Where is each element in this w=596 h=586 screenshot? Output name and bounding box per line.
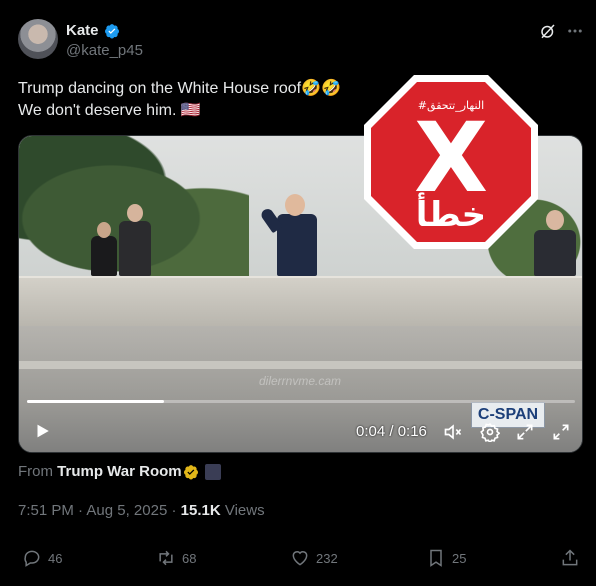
person-head xyxy=(127,204,143,222)
tweet-time[interactable]: 7:51 PM xyxy=(18,502,74,519)
author-name[interactable]: Kate xyxy=(66,22,99,39)
bookmark-count: 25 xyxy=(452,550,467,566)
more-icon[interactable] xyxy=(566,22,584,40)
tweet-meta: 7:51 PM · Aug 5, 2025 · 15.1K Views xyxy=(18,502,265,519)
tweet-date[interactable]: Aug 5, 2025 xyxy=(86,502,167,519)
tweet: Kate @kate_p45 Trump dancing on the Whit… xyxy=(0,0,596,586)
tweet-text-line-2: We don't deserve him. 🇺🇸 xyxy=(18,102,201,119)
video-frame-parapet xyxy=(19,276,582,326)
reply-count: 46 xyxy=(48,550,63,566)
tweet-text: Trump dancing on the White House roof🤣🤣 … xyxy=(18,78,358,122)
person-head xyxy=(97,222,111,238)
action-bar: 46 68 232 25 xyxy=(0,548,596,576)
reply-button[interactable]: 46 xyxy=(22,548,62,568)
person-figure xyxy=(534,230,576,276)
like-count: 232 xyxy=(316,550,338,566)
person-figure xyxy=(119,221,151,276)
mute-icon[interactable] xyxy=(443,422,463,442)
fullscreen-icon[interactable] xyxy=(551,422,571,442)
author-handle[interactable]: @kate_p45 xyxy=(66,42,143,59)
source-prefix: From xyxy=(18,463,53,480)
person-figure xyxy=(277,214,317,276)
source-account[interactable]: Trump War Room xyxy=(57,463,181,480)
source-attribution: From Trump War Room xyxy=(18,463,182,480)
pip-icon[interactable] xyxy=(515,422,535,442)
repost-button[interactable]: 68 xyxy=(156,548,196,568)
repost-count: 68 xyxy=(182,550,197,566)
views-count: 15.1K xyxy=(180,502,221,519)
fact-check-verdict: خطأ xyxy=(416,192,486,235)
video-time: 0:04 / 0:16 xyxy=(356,423,427,440)
person-head xyxy=(285,194,305,216)
bookmark-button[interactable]: 25 xyxy=(426,548,466,568)
share-button[interactable] xyxy=(560,548,580,568)
play-icon[interactable] xyxy=(33,422,51,440)
share-icon xyxy=(562,549,578,566)
meta-separator: · xyxy=(78,502,84,519)
person-head xyxy=(546,210,564,230)
tweet-text-line-1: Trump dancing on the White House roof🤣🤣 xyxy=(18,80,341,97)
video-frame-rail xyxy=(19,361,582,369)
verified-icon xyxy=(105,24,119,39)
meta-separator: · xyxy=(171,502,177,519)
like-button[interactable]: 232 xyxy=(290,548,338,568)
grok-icon[interactable] xyxy=(539,22,557,40)
person-figure xyxy=(91,236,117,276)
affiliate-badge-icon xyxy=(184,465,198,480)
settings-icon[interactable] xyxy=(480,422,500,442)
video-progress-fill xyxy=(27,400,164,403)
bookmark-icon xyxy=(430,549,442,567)
like-icon xyxy=(292,551,308,566)
avatar[interactable] xyxy=(18,19,58,59)
affiliate-avatar-icon[interactable] xyxy=(205,464,221,480)
video-progress-bar[interactable] xyxy=(27,400,575,403)
fact-check-stamp: #النهار_تتحقق X خطأ xyxy=(364,75,538,249)
reply-icon xyxy=(24,550,40,567)
views-label: Views xyxy=(224,502,265,519)
repost-icon xyxy=(159,550,173,566)
video-watermark: dilerrnvme.cam xyxy=(259,374,342,388)
